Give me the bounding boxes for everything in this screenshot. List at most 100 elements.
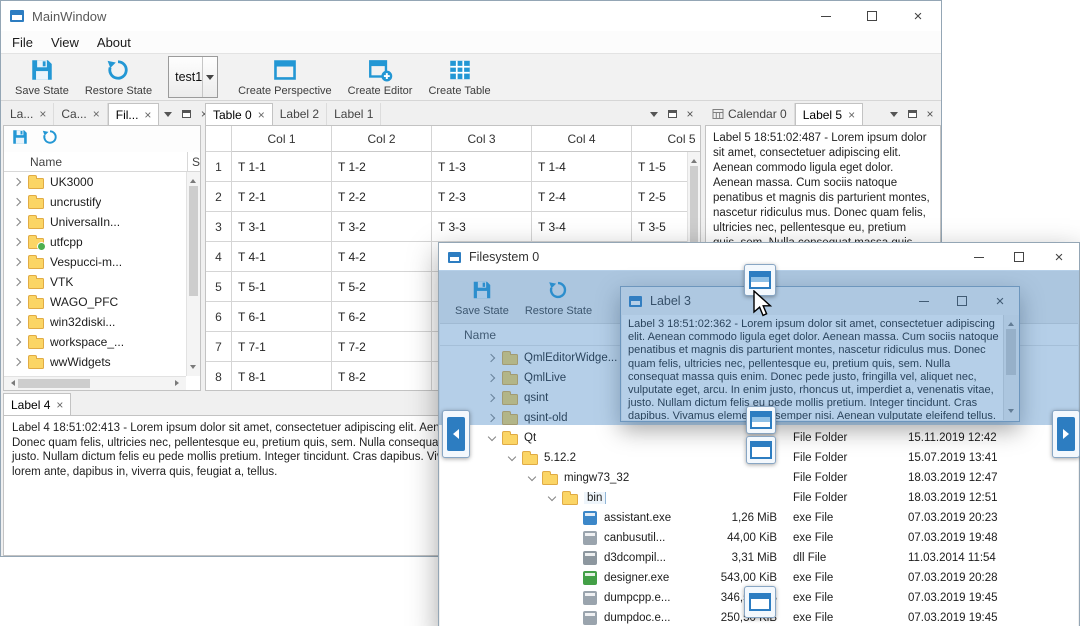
perspective-combo[interactable]: test1	[168, 56, 219, 98]
restore-state-small-button[interactable]	[41, 128, 59, 151]
tab-label4[interactable]: Label 4 ×	[3, 393, 72, 415]
row-number[interactable]: 1	[206, 152, 232, 182]
tree-item[interactable]: UK3000	[4, 172, 186, 192]
tree-item[interactable]: UniversalIn...	[4, 212, 186, 232]
maximize-button[interactable]	[999, 243, 1039, 271]
expand-chevron-icon[interactable]	[10, 334, 26, 350]
scroll-up-icon[interactable]	[190, 176, 196, 183]
create-editor-button[interactable]: Create Editor	[340, 55, 421, 100]
table-cell[interactable]: T 7-1	[232, 332, 332, 362]
restore-state-button[interactable]: Restore State	[77, 55, 160, 100]
expand-chevron-icon[interactable]	[10, 214, 26, 230]
table-cell[interactable]: T 3-1	[232, 212, 332, 242]
table-cell[interactable]: T 7-2	[332, 332, 432, 362]
tab-label5[interactable]: Label 5 ×	[794, 103, 864, 125]
table-cell[interactable]: T 3-3	[432, 212, 532, 242]
tree-item[interactable]: Vespucci-m...	[4, 252, 186, 272]
expand-chevron-icon[interactable]	[10, 354, 26, 370]
table-cell[interactable]: T 8-2	[332, 362, 432, 390]
scroll-left-icon[interactable]	[8, 380, 15, 386]
tree-item[interactable]: utfcpp	[4, 232, 186, 252]
table-cell[interactable]: T 2-1	[232, 182, 332, 212]
table-cell[interactable]: T 5-1	[232, 272, 332, 302]
row-number[interactable]: 2	[206, 182, 232, 212]
tab-close-icon[interactable]: ×	[848, 109, 855, 121]
tab-close-icon[interactable]: ×	[56, 399, 63, 411]
table-cell[interactable]: T 2-3	[432, 182, 532, 212]
drop-indicator-center[interactable]	[746, 436, 776, 464]
scroll-down-icon[interactable]	[190, 365, 196, 372]
row-number[interactable]: 4	[206, 242, 232, 272]
scroll-up-icon[interactable]	[690, 156, 697, 163]
table-cell[interactable]: T 3-4	[532, 212, 632, 242]
create-perspective-button[interactable]: Create Perspective	[230, 55, 340, 100]
dock-menu-button[interactable]	[885, 105, 903, 123]
tree-item[interactable]: workspace_...	[4, 332, 186, 352]
tab-label1[interactable]: Label 1	[327, 103, 382, 125]
tree-item[interactable]: wwWidgets	[4, 352, 186, 372]
name-column-header[interactable]: Name	[4, 155, 62, 169]
tree-vertical-scrollbar[interactable]	[186, 172, 200, 376]
column-header[interactable]: Col 4	[532, 126, 632, 152]
drop-indicator-center-top[interactable]	[746, 406, 776, 434]
expand-chevron-icon[interactable]	[10, 314, 26, 330]
scroll-right-icon[interactable]	[175, 380, 182, 386]
column-header[interactable]: Col 1	[232, 126, 332, 152]
tab-close-icon[interactable]: ×	[258, 109, 265, 121]
expand-chevron-icon[interactable]	[10, 274, 26, 290]
minimize-button[interactable]	[959, 243, 999, 271]
scrollbar-thumb[interactable]	[18, 379, 90, 388]
table-cell[interactable]: T 6-2	[332, 302, 432, 332]
size-column-header[interactable]: Si	[187, 152, 200, 171]
tab-close-icon[interactable]: ×	[39, 108, 46, 120]
table-cell[interactable]: T 6-1	[232, 302, 332, 332]
tree-item[interactable]: VTK	[4, 272, 186, 292]
row-number[interactable]: 7	[206, 332, 232, 362]
dock-close-button[interactable]: ×	[681, 105, 699, 123]
table-cell[interactable]: T 2-4	[532, 182, 632, 212]
tree-horizontal-scrollbar[interactable]	[4, 376, 186, 390]
table-cell[interactable]: T 1-3	[432, 152, 532, 182]
expand-chevron-icon[interactable]	[10, 254, 26, 270]
expand-chevron-icon[interactable]	[10, 174, 26, 190]
tree-item[interactable]: WAGO_PFC	[4, 292, 186, 312]
tab-label2[interactable]: Label 2	[273, 103, 328, 125]
dock-menu-button[interactable]	[159, 105, 177, 123]
tab-table0[interactable]: Table 0 ×	[205, 103, 273, 125]
row-number[interactable]: 8	[206, 362, 232, 390]
expand-chevron-icon[interactable]	[10, 234, 26, 250]
table-cell[interactable]: T 5-2	[332, 272, 432, 302]
save-state-button[interactable]: Save State	[7, 55, 77, 100]
fs-tree-row[interactable]: designer.exe 543,00 KiB exe File 07.03.2019…	[440, 568, 1078, 588]
fs-tree-row[interactable]: bin File Folder 18.03.2019 12:51	[440, 488, 1078, 508]
expand-chevron-icon[interactable]	[544, 490, 560, 506]
table-cell[interactable]: T 8-1	[232, 362, 332, 390]
fs-tree-row[interactable]: d3dcompil... 3,31 MiB dll File 11.03.2014 1…	[440, 548, 1078, 568]
save-state-small-button[interactable]	[11, 128, 29, 151]
menu-file[interactable]: File	[3, 33, 42, 52]
tab-calendar1[interactable]: Ca... ×	[54, 103, 108, 125]
drop-indicator-bottom[interactable]	[744, 586, 776, 618]
chevron-down-icon[interactable]	[202, 57, 217, 97]
drop-indicator-left[interactable]	[442, 410, 470, 458]
create-table-button[interactable]: Create Table	[420, 55, 498, 100]
main-titlebar[interactable]: MainWindow ×	[1, 1, 941, 31]
table-cell[interactable]: T 2-2	[332, 182, 432, 212]
row-number[interactable]: 5	[206, 272, 232, 302]
dock-menu-button[interactable]	[645, 105, 663, 123]
expand-chevron-icon[interactable]	[484, 430, 500, 446]
tree-item[interactable]: uncrustify	[4, 192, 186, 212]
dock-float-button[interactable]	[903, 105, 921, 123]
fs-tree-row[interactable]: assistant.exe 1,26 MiB exe File 07.03.2019 …	[440, 508, 1078, 528]
column-header[interactable]: Col 2	[332, 126, 432, 152]
tree-item[interactable]: win32diski...	[4, 312, 186, 332]
dock-float-button[interactable]	[663, 105, 681, 123]
maximize-button[interactable]	[849, 1, 895, 31]
column-header[interactable]: Col 5	[632, 126, 700, 152]
expand-chevron-icon[interactable]	[10, 294, 26, 310]
menu-view[interactable]: View	[42, 33, 88, 52]
expand-chevron-icon[interactable]	[524, 470, 540, 486]
drop-indicator-right[interactable]	[1052, 410, 1080, 458]
row-number[interactable]: 6	[206, 302, 232, 332]
table-cell[interactable]: T 1-1	[232, 152, 332, 182]
